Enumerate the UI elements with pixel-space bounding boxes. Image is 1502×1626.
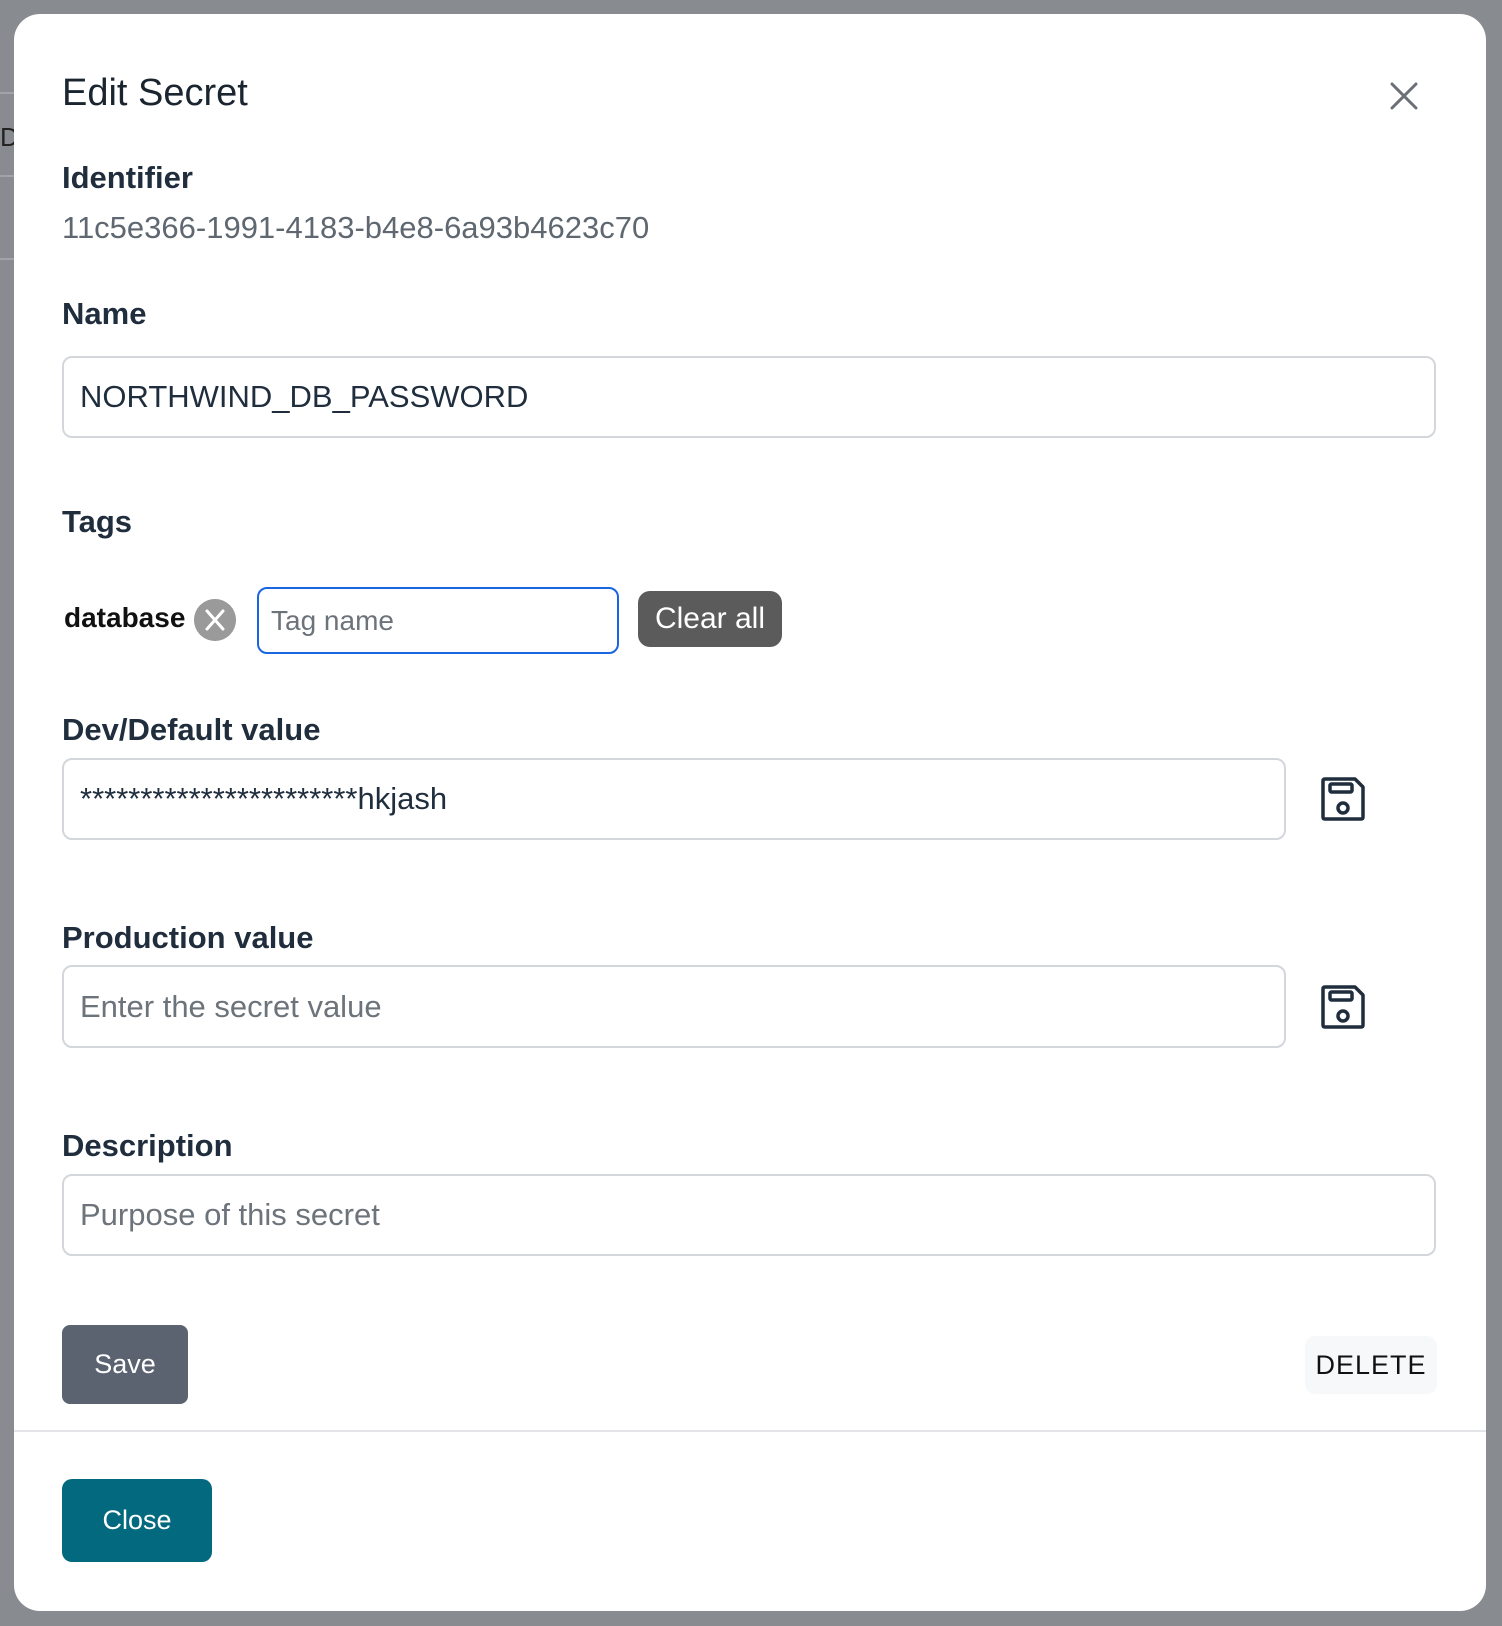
tag-chip-database: database	[64, 602, 186, 633]
tags-label: Tags	[62, 504, 133, 539]
floppy-disk-icon[interactable]	[1320, 776, 1366, 822]
remove-tag-icon[interactable]	[194, 599, 236, 641]
background-divider	[0, 258, 14, 260]
dev-value-label: Dev/Default value	[62, 712, 321, 747]
description-input[interactable]	[62, 1174, 1436, 1256]
delete-button[interactable]: DELETE	[1305, 1336, 1437, 1394]
modal-title: Edit Secret	[62, 72, 248, 114]
close-icon[interactable]	[1386, 78, 1422, 114]
name-input[interactable]	[62, 356, 1436, 438]
clear-all-tags-button[interactable]: Clear all	[638, 591, 782, 647]
tag-name-input[interactable]	[257, 587, 619, 654]
edit-secret-modal: Edit Secret Identifier 11c5e366-1991-418…	[14, 14, 1486, 1611]
close-button[interactable]: Close	[62, 1479, 212, 1562]
save-button[interactable]: Save	[62, 1325, 188, 1404]
identifier-label: Identifier	[62, 160, 193, 195]
production-value-label: Production value	[62, 920, 314, 955]
background-divider	[0, 175, 14, 177]
identifier-value: 11c5e366-1991-4183-b4e8-6a93b4623c70	[62, 210, 650, 245]
description-label: Description	[62, 1128, 233, 1163]
floppy-disk-icon[interactable]	[1320, 984, 1366, 1030]
background-divider	[0, 92, 14, 94]
footer-divider	[14, 1430, 1486, 1432]
dev-value-input[interactable]	[62, 758, 1286, 840]
name-label: Name	[62, 296, 147, 331]
production-value-input[interactable]	[62, 965, 1286, 1048]
